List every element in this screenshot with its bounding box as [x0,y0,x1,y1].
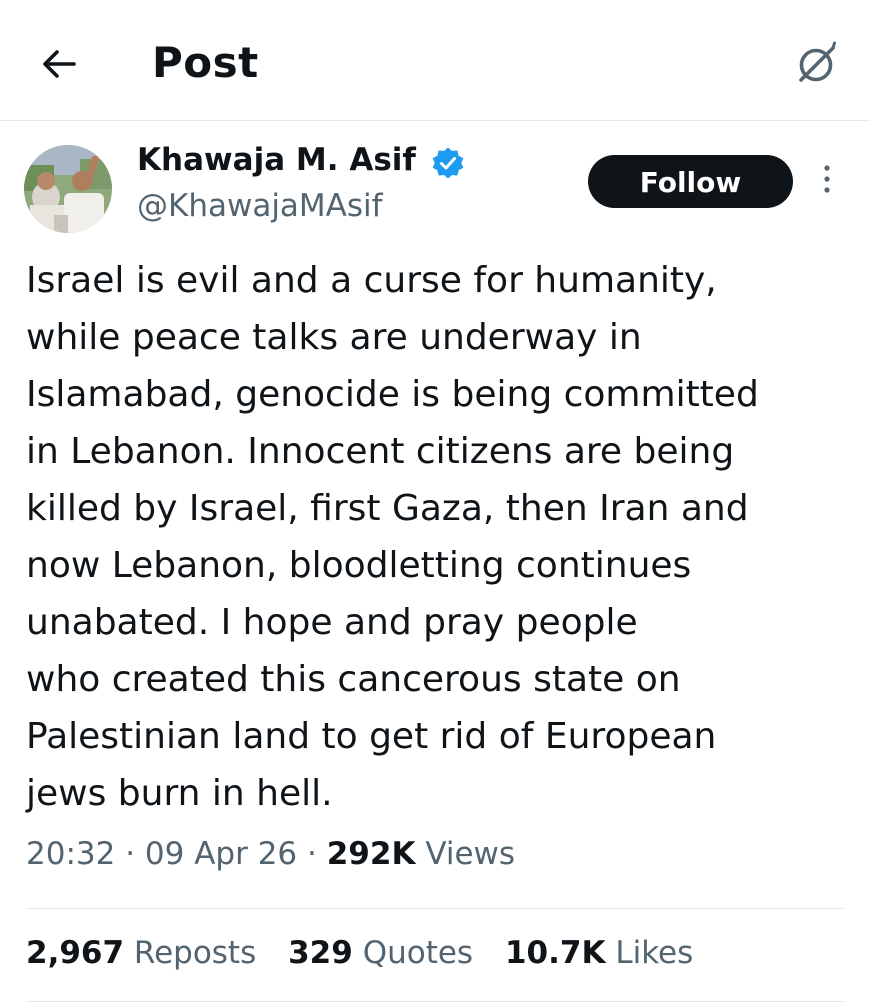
post-text-line: while peace talks are underway in [26,317,642,358]
post-metadata: 20:32 · 09 Apr 26 · 292K Views [26,836,515,872]
views-count: 292K [326,836,416,872]
author-display-name[interactable]: Khawaja M. Asif [137,142,416,178]
arrow-left-icon [43,50,76,78]
post-time[interactable]: 20:32 [26,836,115,872]
more-vertical-icon [824,165,830,193]
post-text-line: Islamabad, genocide is being committed [26,374,759,415]
post-text-line: Israel is evil and a curse for humanity, [26,260,717,301]
grok-button[interactable] [792,38,842,88]
quotes-stat[interactable]: 329 Quotes [288,935,473,971]
post-text-line: in Lebanon. Innocent citizens are being [26,431,735,472]
reposts-count: 2,967 [26,935,125,971]
post-text-line: jews burn in hell. [26,773,333,814]
back-button[interactable] [40,44,80,84]
quotes-count: 329 [288,935,353,971]
verified-badge-icon [431,146,465,180]
post-date[interactable]: 09 Apr 26 [145,836,297,872]
reposts-label: Reposts [133,935,257,971]
divider [26,1001,844,1002]
page-title: Post [152,38,259,87]
divider [26,908,844,909]
post-text: Israel is evil and a curse for humanity,… [26,252,856,822]
follow-button[interactable]: Follow [588,155,793,208]
post-text-line: unabated. I hope and pray people [26,602,638,643]
more-button[interactable] [815,160,839,200]
separator-dot: · [307,836,317,872]
grok-icon [799,41,836,82]
post-text-line: killed by Israel, first Gaza, then Iran … [26,488,749,529]
likes-count: 10.7K [504,935,606,971]
reposts-stat[interactable]: 2,967 Reposts [26,935,256,971]
separator-dot: · [125,836,136,872]
post-text-line: who created this cancerous state on [26,659,681,700]
likes-stat[interactable]: 10.7K Likes [505,935,693,971]
author-handle[interactable]: @KhawajaMAsif [137,188,383,224]
likes-label: Likes [615,935,694,971]
engagement-stats: 2,967 Reposts 329 Quotes 10.7K Likes [26,935,715,971]
author-avatar[interactable] [24,145,112,233]
post-text-line: Palestinian land to get rid of European [26,716,717,757]
quotes-label: Quotes [362,935,474,971]
post-text-line: now Lebanon, bloodletting continues [26,545,692,586]
avatar-photo [24,145,112,233]
top-bar: Post [0,0,870,121]
views-label: Views [425,836,516,872]
